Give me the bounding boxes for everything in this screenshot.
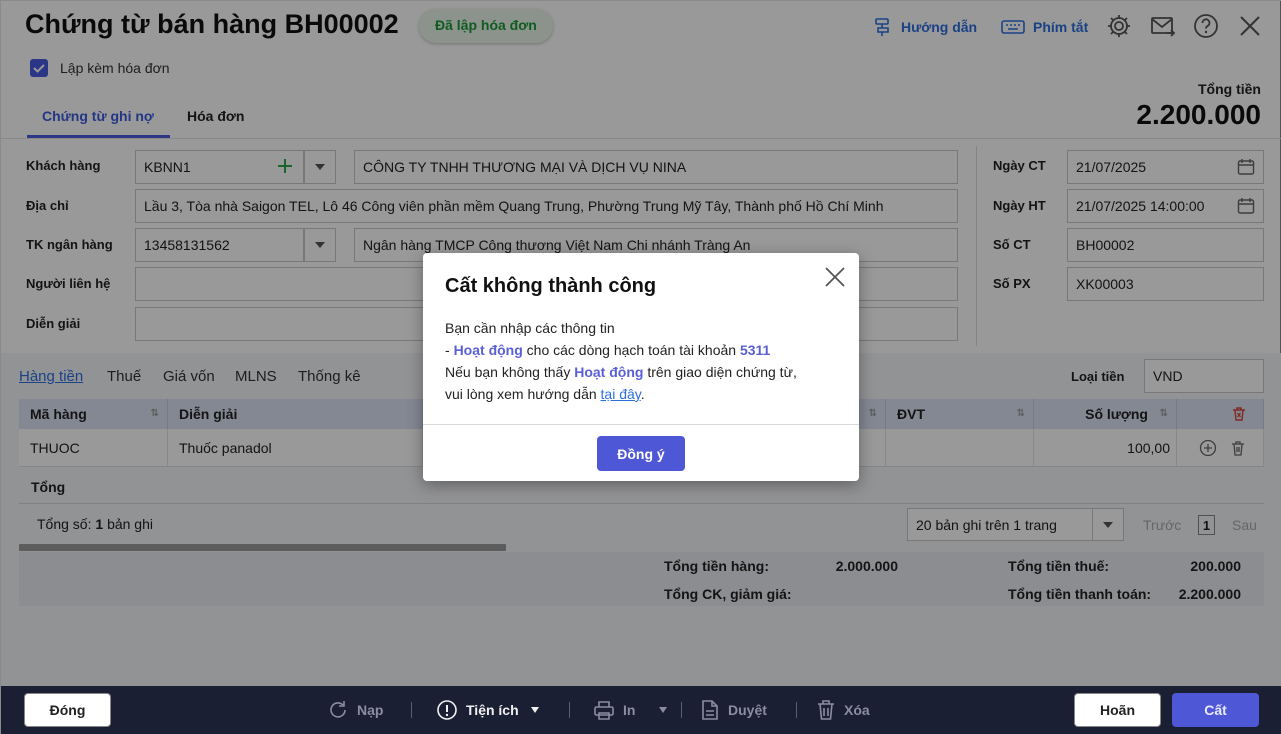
delete-label: Xóa — [844, 702, 870, 718]
sales-voucher-window: Chứng từ bán hàng BH00002 Đã lập hóa đơn… — [0, 0, 1281, 734]
dialog-line-2: - Hoạt động cho các dòng hạch toán tài k… — [445, 339, 845, 361]
dialog-help-link[interactable]: tại đây — [601, 386, 641, 402]
dialog-line-2-text: cho các dòng hạch toán tài khoản — [522, 342, 740, 358]
dialog-close-icon[interactable] — [824, 266, 846, 288]
trash-icon — [818, 700, 834, 720]
info-icon — [437, 700, 457, 720]
reload-button[interactable]: Nạp — [327, 698, 383, 722]
dialog-account-number: 5311 — [739, 342, 771, 358]
reload-icon — [330, 701, 346, 718]
toolbar-separator — [411, 702, 412, 718]
ok-button[interactable]: Đồng ý — [597, 436, 685, 471]
error-dialog: Cất không thành công Bạn cần nhập các th… — [423, 253, 859, 481]
dialog-line-2-prefix: - — [445, 342, 454, 358]
approve-label: Duyệt — [728, 702, 767, 718]
dialog-highlight-activity: Hoạt động — [453, 342, 523, 358]
approve-button[interactable]: Duyệt — [700, 698, 767, 722]
utilities-button[interactable]: Tiện ích — [436, 698, 539, 722]
utilities-label: Tiện ích — [466, 702, 519, 718]
toolbar-separator — [681, 702, 682, 718]
save-button[interactable]: Cất — [1172, 693, 1259, 727]
dialog-line-4-suffix: . — [640, 386, 645, 402]
print-button[interactable]: In — [593, 698, 668, 722]
dialog-divider — [423, 424, 859, 425]
dialog-line-4-prefix: vui lòng xem hướng dẫn — [445, 386, 601, 402]
dialog-line-3-prefix: Nếu bạn không thấy — [445, 364, 575, 380]
close-button[interactable]: Đóng — [24, 693, 111, 727]
caret-down-icon — [530, 707, 539, 713]
reload-label: Nạp — [357, 702, 384, 718]
print-label: In — [623, 702, 636, 718]
toolbar-separator — [796, 702, 797, 718]
dialog-message: Bạn cần nhập các thông tin - Hoạt động c… — [445, 317, 845, 405]
delete-button[interactable]: Xóa — [816, 698, 870, 722]
undo-button[interactable]: Hoãn — [1074, 693, 1161, 727]
dialog-line-4: vui lòng xem hướng dẫn tại đây. — [445, 383, 845, 405]
dialog-line-1: Bạn cần nhập các thông tin — [445, 320, 615, 336]
dialog-title: Cất không thành công — [445, 275, 657, 297]
caret-down-icon — [659, 707, 668, 713]
dialog-line-3-suffix: trên giao diện chứng từ, — [643, 364, 797, 380]
dialog-line-3: Nếu bạn không thấy Hoạt động trên giao d… — [445, 361, 845, 383]
toolbar-separator — [569, 702, 570, 718]
document-icon — [702, 700, 718, 720]
printer-icon — [594, 701, 614, 720]
dialog-highlight-activity: Hoạt động — [574, 364, 644, 380]
